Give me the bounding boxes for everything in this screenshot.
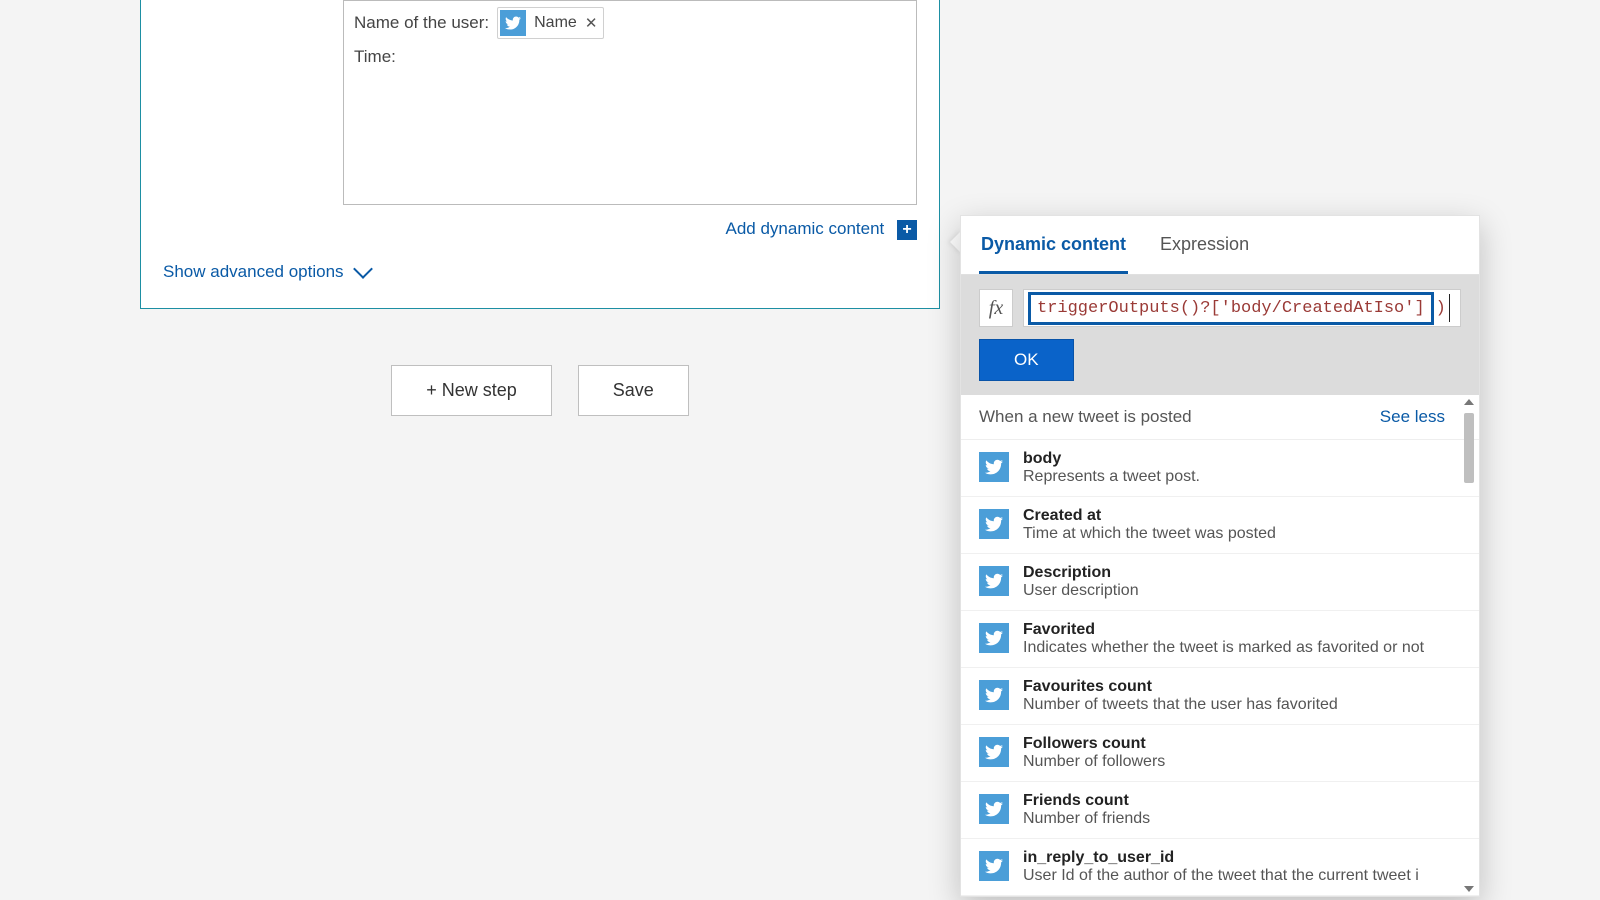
item-text: bodyRepresents a tweet post. bbox=[1023, 450, 1445, 486]
item-name: Description bbox=[1023, 564, 1445, 582]
item-desc: Number of followers bbox=[1023, 753, 1445, 771]
item-name: Favorited bbox=[1023, 621, 1445, 639]
item-text: Favourites countNumber of tweets that th… bbox=[1023, 678, 1445, 714]
ok-button[interactable]: OK bbox=[979, 339, 1074, 381]
new-step-button[interactable]: + New step bbox=[391, 365, 552, 416]
picker-tabs: Dynamic content Expression bbox=[961, 216, 1479, 275]
add-dynamic-content-link[interactable]: Add dynamic content bbox=[726, 219, 885, 238]
item-desc: User Id of the author of the tweet that … bbox=[1023, 867, 1445, 885]
message-input[interactable]: Name of the user: Name ✕ Time: bbox=[343, 0, 917, 205]
item-name: Created at bbox=[1023, 507, 1445, 525]
chevron-down-icon bbox=[353, 259, 373, 279]
item-text: Friends countNumber of friends bbox=[1023, 792, 1445, 828]
dynamic-content-item[interactable]: Created atTime at which the tweet was po… bbox=[961, 497, 1479, 554]
dynamic-content-item[interactable]: in_reply_to_user_idUser Id of the author… bbox=[961, 839, 1479, 896]
tab-dynamic-content[interactable]: Dynamic content bbox=[979, 216, 1128, 274]
item-text: FavoritedIndicates whether the tweet is … bbox=[1023, 621, 1445, 657]
twitter-icon bbox=[979, 851, 1009, 881]
dynamic-content-list: When a new tweet is posted See less body… bbox=[961, 395, 1479, 896]
group-title: When a new tweet is posted bbox=[979, 407, 1192, 427]
footer-buttons: + New step Save bbox=[140, 365, 940, 416]
group-header: When a new tweet is posted See less bbox=[961, 395, 1479, 440]
token-remove-icon[interactable]: ✕ bbox=[585, 13, 598, 34]
scroll-up-icon[interactable] bbox=[1464, 399, 1474, 405]
add-dynamic-row: Add dynamic content + bbox=[141, 219, 917, 240]
item-desc: Indicates whether the tweet is marked as… bbox=[1023, 639, 1445, 657]
fx-icon: fx bbox=[979, 289, 1013, 327]
advanced-label: Show advanced options bbox=[163, 262, 344, 282]
item-text: Created atTime at which the tweet was po… bbox=[1023, 507, 1445, 543]
item-desc: Represents a tweet post. bbox=[1023, 468, 1445, 486]
item-name: body bbox=[1023, 450, 1445, 468]
action-body: Name of the user: Name ✕ Time: bbox=[141, 0, 939, 205]
twitter-icon bbox=[979, 452, 1009, 482]
action-card: Name of the user: Name ✕ Time: Add dynam… bbox=[140, 0, 940, 309]
token-label: Name bbox=[534, 12, 577, 34]
text-caret bbox=[1449, 294, 1450, 322]
scroll-down-icon[interactable] bbox=[1464, 886, 1474, 892]
item-name: Friends count bbox=[1023, 792, 1445, 810]
time-label: Time: bbox=[354, 45, 396, 69]
expression-input[interactable]: triggerOutputs()?['body/CreatedAtIso'] ) bbox=[1023, 289, 1461, 327]
expression-area: fx triggerOutputs()?['body/CreatedAtIso'… bbox=[961, 275, 1479, 395]
twitter-icon bbox=[500, 10, 526, 36]
input-line-name: Name of the user: Name ✕ bbox=[354, 7, 906, 39]
item-name: Followers count bbox=[1023, 735, 1445, 753]
add-dynamic-plus-icon[interactable]: + bbox=[897, 220, 917, 240]
item-desc: Number of friends bbox=[1023, 810, 1445, 828]
twitter-icon bbox=[979, 509, 1009, 539]
show-advanced-options[interactable]: Show advanced options bbox=[163, 262, 939, 282]
item-name: in_reply_to_user_id bbox=[1023, 849, 1445, 867]
dynamic-content-picker: Dynamic content Expression fx triggerOut… bbox=[960, 215, 1480, 897]
expression-trail: ) bbox=[1434, 299, 1446, 318]
twitter-icon bbox=[979, 680, 1009, 710]
twitter-icon bbox=[979, 794, 1009, 824]
item-desc: User description bbox=[1023, 582, 1445, 600]
item-text: in_reply_to_user_idUser Id of the author… bbox=[1023, 849, 1445, 885]
expression-row: fx triggerOutputs()?['body/CreatedAtIso'… bbox=[979, 289, 1461, 327]
tab-expression[interactable]: Expression bbox=[1158, 216, 1251, 274]
item-name: Favourites count bbox=[1023, 678, 1445, 696]
twitter-icon bbox=[979, 737, 1009, 767]
name-label: Name of the user: bbox=[354, 11, 489, 35]
see-less-link[interactable]: See less bbox=[1380, 407, 1445, 427]
item-desc: Time at which the tweet was posted bbox=[1023, 525, 1445, 543]
twitter-icon bbox=[979, 566, 1009, 596]
twitter-icon bbox=[979, 623, 1009, 653]
item-desc: Number of tweets that the user has favor… bbox=[1023, 696, 1445, 714]
scrollbar[interactable] bbox=[1461, 397, 1477, 894]
dynamic-content-item[interactable]: FavoritedIndicates whether the tweet is … bbox=[961, 611, 1479, 668]
item-text: DescriptionUser description bbox=[1023, 564, 1445, 600]
token-name[interactable]: Name ✕ bbox=[497, 7, 604, 39]
dynamic-content-item[interactable]: Favourites countNumber of tweets that th… bbox=[961, 668, 1479, 725]
scroll-thumb[interactable] bbox=[1464, 413, 1474, 483]
input-line-time: Time: bbox=[354, 45, 906, 69]
dynamic-content-item[interactable]: Followers countNumber of followers bbox=[961, 725, 1479, 782]
dynamic-content-item[interactable]: Friends countNumber of friends bbox=[961, 782, 1479, 839]
save-button[interactable]: Save bbox=[578, 365, 689, 416]
dynamic-content-item[interactable]: bodyRepresents a tweet post. bbox=[961, 440, 1479, 497]
item-text: Followers countNumber of followers bbox=[1023, 735, 1445, 771]
expression-selected-text: triggerOutputs()?['body/CreatedAtIso'] bbox=[1028, 292, 1434, 325]
dynamic-content-item[interactable]: DescriptionUser description bbox=[961, 554, 1479, 611]
